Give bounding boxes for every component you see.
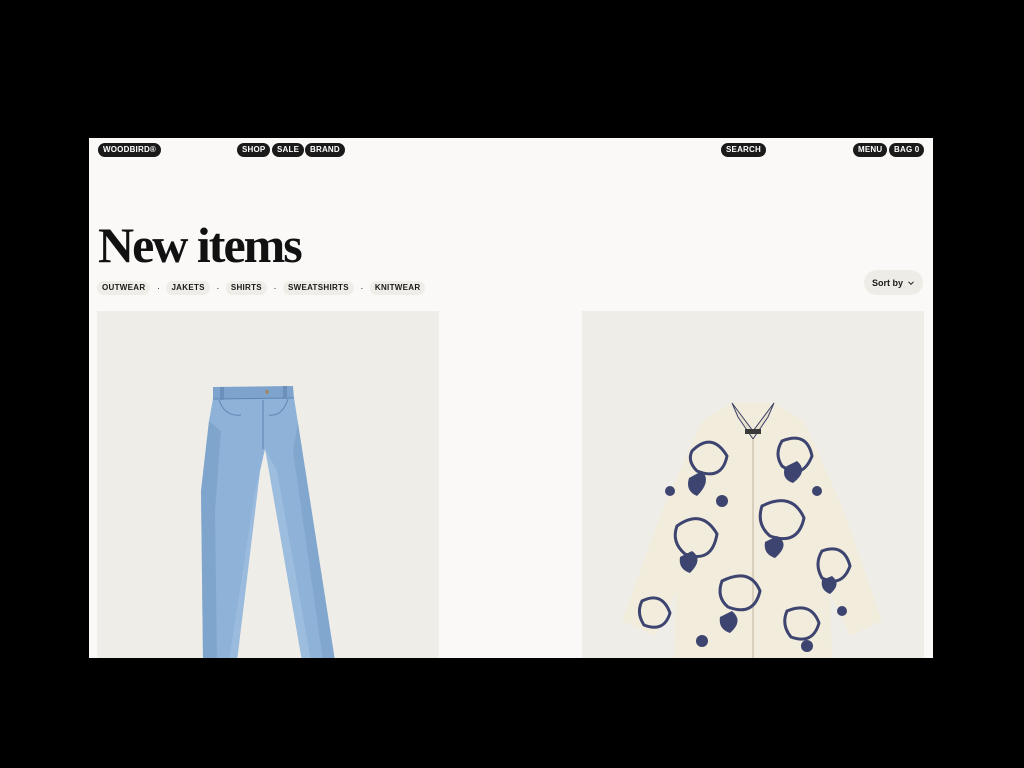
logo[interactable]: WOODBIRD® xyxy=(98,143,162,157)
page: WOODBIRD® SHOP SALE BRAND SEARCH MENU BA… xyxy=(89,138,933,658)
product-card-paisley-shirt[interactable] xyxy=(582,311,924,658)
jeans-image xyxy=(201,386,335,658)
sort-label: Sort by xyxy=(871,277,903,288)
sort-by-button[interactable]: Sort by xyxy=(864,270,923,295)
nav-brand[interactable]: BRAND xyxy=(305,143,345,157)
product-card-jeans[interactable] xyxy=(97,311,439,658)
paisley-shirt-image xyxy=(622,402,882,658)
separator-dot: · xyxy=(216,283,220,293)
bag-button[interactable]: BAG 0 xyxy=(889,143,925,157)
nav-shop[interactable]: SHOP xyxy=(237,143,271,157)
separator-dot: · xyxy=(156,283,160,293)
filter-jakets[interactable]: JAKETS xyxy=(166,281,210,295)
chevron-down-icon xyxy=(908,280,914,285)
search-button[interactable]: SEARCH xyxy=(721,143,766,157)
separator-dot: · xyxy=(273,283,277,293)
category-filters: OUTWEAR · JAKETS · SHIRTS · SWEATSHIRTS … xyxy=(97,281,426,295)
menu-button[interactable]: MENU xyxy=(853,143,888,157)
page-title: New items xyxy=(98,217,303,273)
nav-sale[interactable]: SALE xyxy=(272,143,305,157)
filter-shirts[interactable]: SHIRTS xyxy=(225,281,267,295)
filter-sweatshirts[interactable]: SWEATSHIRTS xyxy=(282,281,354,295)
filter-outwear[interactable]: OUTWEAR xyxy=(97,281,151,295)
separator-dot: · xyxy=(360,283,364,293)
filter-knitwear[interactable]: KNITWEAR xyxy=(369,281,426,295)
